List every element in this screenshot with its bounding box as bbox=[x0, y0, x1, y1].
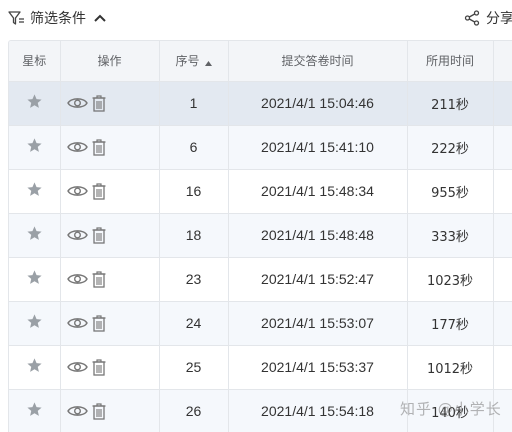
trash-icon[interactable] bbox=[92, 358, 106, 376]
header-duration: 所用时间 bbox=[407, 41, 494, 82]
filter-label: 筛选条件 bbox=[30, 11, 86, 27]
star-cell bbox=[9, 169, 61, 214]
share-label: 分享 bbox=[486, 11, 512, 27]
header-seq[interactable]: 序号 bbox=[159, 41, 229, 82]
results-table: 星标 操作 序号 提交答卷时间 所用时间 1 2021/4/1 15:04:46 2… bbox=[8, 40, 512, 432]
table-row[interactable]: 16 2021/4/1 15:48:34 955秒 bbox=[9, 169, 512, 214]
table-row[interactable]: 6 2021/4/1 15:41:10 222秒 bbox=[9, 125, 512, 170]
star-cell bbox=[9, 257, 61, 302]
submit-time-cell: 2021/4/1 15:54:18 bbox=[228, 389, 408, 432]
star-cell bbox=[9, 213, 61, 258]
ops-cell bbox=[60, 213, 160, 258]
star-cell bbox=[9, 125, 61, 170]
toolbar: 筛选条件 分享 bbox=[0, 0, 512, 38]
eye-icon[interactable] bbox=[66, 228, 88, 242]
ops-cell bbox=[60, 125, 160, 170]
trash-icon[interactable] bbox=[92, 138, 106, 156]
star-icon[interactable] bbox=[26, 137, 43, 154]
star-icon[interactable] bbox=[26, 269, 43, 286]
duration-cell: 1023秒 bbox=[407, 257, 494, 302]
duration-cell: 333秒 bbox=[407, 213, 494, 258]
duration-cell: 211秒 bbox=[407, 81, 494, 126]
more-cell bbox=[493, 125, 512, 170]
eye-icon[interactable] bbox=[66, 272, 88, 286]
table-row[interactable]: 25 2021/4/1 15:53:37 1012秒 bbox=[9, 345, 512, 390]
filter-toggle[interactable]: 筛选条件 bbox=[8, 8, 106, 28]
duration-cell: 1012秒 bbox=[407, 345, 494, 390]
submit-time-cell: 2021/4/1 15:41:10 bbox=[228, 125, 408, 170]
star-cell bbox=[9, 301, 61, 346]
star-icon[interactable] bbox=[26, 357, 43, 374]
share-button[interactable]: 分享 bbox=[464, 8, 512, 28]
table-header-row: 星标 操作 序号 提交答卷时间 所用时间 bbox=[9, 41, 512, 82]
trash-icon[interactable] bbox=[92, 94, 106, 112]
seq-cell: 24 bbox=[159, 301, 229, 346]
header-more bbox=[493, 41, 512, 82]
more-cell bbox=[493, 81, 512, 126]
eye-icon[interactable] bbox=[66, 184, 88, 198]
seq-cell: 26 bbox=[159, 389, 229, 432]
trash-icon[interactable] bbox=[92, 270, 106, 288]
header-star: 星标 bbox=[9, 41, 61, 82]
submit-time-cell: 2021/4/1 15:48:48 bbox=[228, 213, 408, 258]
submit-time-cell: 2021/4/1 15:52:47 bbox=[228, 257, 408, 302]
sort-asc-icon[interactable] bbox=[204, 55, 212, 69]
submit-time-cell: 2021/4/1 15:53:07 bbox=[228, 301, 408, 346]
ops-cell bbox=[60, 169, 160, 214]
trash-icon[interactable] bbox=[92, 182, 106, 200]
star-cell bbox=[9, 81, 61, 126]
trash-icon[interactable] bbox=[92, 314, 106, 332]
submit-time-cell: 2021/4/1 15:48:34 bbox=[228, 169, 408, 214]
table-row[interactable]: 23 2021/4/1 15:52:47 1023秒 bbox=[9, 257, 512, 302]
more-cell bbox=[493, 345, 512, 390]
more-cell bbox=[493, 301, 512, 346]
eye-icon[interactable] bbox=[66, 96, 88, 110]
header-submit-time: 提交答卷时间 bbox=[228, 41, 408, 82]
table-row[interactable]: 1 2021/4/1 15:04:46 211秒 bbox=[9, 81, 512, 126]
seq-cell: 1 bbox=[159, 81, 229, 126]
star-cell bbox=[9, 389, 61, 432]
seq-cell: 25 bbox=[159, 345, 229, 390]
eye-icon[interactable] bbox=[66, 316, 88, 330]
star-icon[interactable] bbox=[26, 313, 43, 330]
eye-icon[interactable] bbox=[66, 404, 88, 418]
header-ops: 操作 bbox=[60, 41, 160, 82]
more-cell bbox=[493, 213, 512, 258]
chevron-up-icon bbox=[94, 14, 106, 22]
submit-time-cell: 2021/4/1 15:53:37 bbox=[228, 345, 408, 390]
more-cell bbox=[493, 257, 512, 302]
trash-icon[interactable] bbox=[92, 402, 106, 420]
duration-cell: 955秒 bbox=[407, 169, 494, 214]
star-icon[interactable] bbox=[26, 93, 43, 110]
ops-cell bbox=[60, 257, 160, 302]
star-icon[interactable] bbox=[26, 181, 43, 198]
table-row[interactable]: 24 2021/4/1 15:53:07 177秒 bbox=[9, 301, 512, 346]
star-icon[interactable] bbox=[26, 225, 43, 242]
ops-cell bbox=[60, 81, 160, 126]
submit-time-cell: 2021/4/1 15:04:46 bbox=[228, 81, 408, 126]
trash-icon[interactable] bbox=[92, 226, 106, 244]
eye-icon[interactable] bbox=[66, 140, 88, 154]
filter-icon bbox=[8, 10, 25, 26]
seq-cell: 6 bbox=[159, 125, 229, 170]
seq-cell: 16 bbox=[159, 169, 229, 214]
seq-cell: 23 bbox=[159, 257, 229, 302]
ops-cell bbox=[60, 301, 160, 346]
ops-cell bbox=[60, 345, 160, 390]
star-cell bbox=[9, 345, 61, 390]
ops-cell bbox=[60, 389, 160, 432]
more-cell bbox=[493, 169, 512, 214]
duration-cell: 222秒 bbox=[407, 125, 494, 170]
seq-cell: 18 bbox=[159, 213, 229, 258]
watermark: 知乎 @小学长 bbox=[400, 400, 502, 418]
table-row[interactable]: 18 2021/4/1 15:48:48 333秒 bbox=[9, 213, 512, 258]
eye-icon[interactable] bbox=[66, 360, 88, 374]
duration-cell: 177秒 bbox=[407, 301, 494, 346]
star-icon[interactable] bbox=[26, 401, 43, 418]
share-icon bbox=[464, 10, 480, 26]
